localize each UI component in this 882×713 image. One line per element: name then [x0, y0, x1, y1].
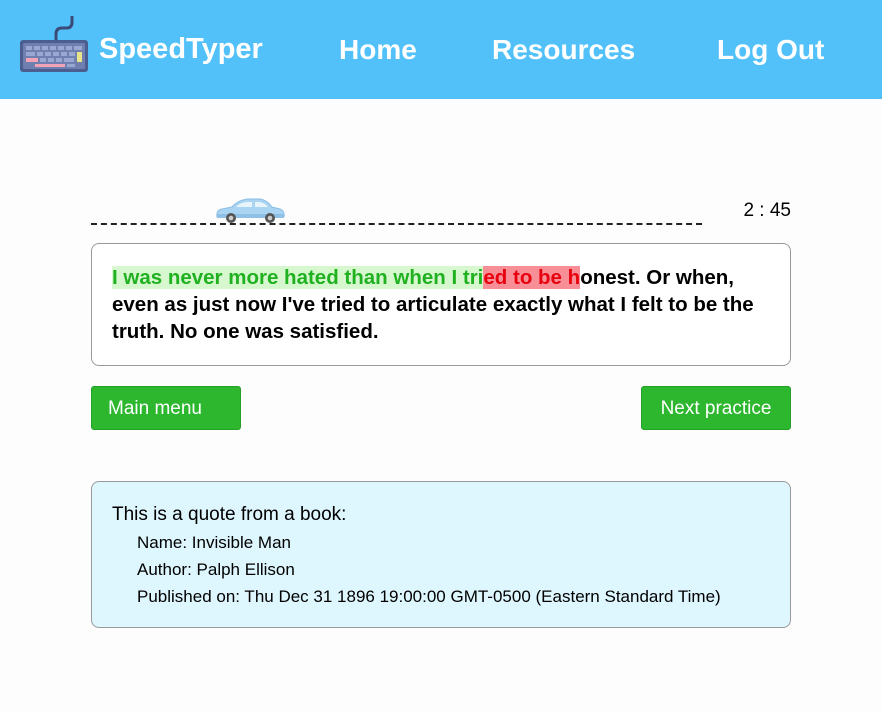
book-name: Name: Invisible Man — [137, 533, 292, 552]
race-track — [91, 223, 702, 225]
book-published: Published on: Thu Dec 31 1896 19:00:00 G… — [137, 587, 721, 606]
brand-link[interactable]: SpeedTyper — [99, 31, 263, 67]
typed-correct-text: I was never more hated than when I tri — [112, 266, 484, 289]
countdown-timer: 2 : 45 — [743, 200, 791, 221]
typed-error-text: ed to be h — [483, 266, 581, 289]
keyboard-icon[interactable] — [19, 14, 89, 74]
quote-info-box: This is a quote from a book: Name: Invis… — [91, 481, 791, 628]
info-intro: This is a quote from a book: — [112, 504, 347, 525]
navbar: SpeedTyper Home Resources Log Out — [0, 0, 882, 99]
book-author: Author: Palph Ellison — [137, 560, 295, 579]
main-menu-button[interactable]: Main menu — [91, 386, 241, 430]
car-icon — [216, 198, 285, 223]
passage-text: I was never more hated than when I tried… — [112, 264, 772, 345]
nav-resources[interactable]: Resources — [492, 32, 635, 68]
next-practice-button[interactable]: Next practice — [641, 386, 791, 430]
nav-logout[interactable]: Log Out — [717, 32, 824, 68]
nav-home[interactable]: Home — [339, 32, 417, 68]
typing-passage-box[interactable]: I was never more hated than when I tried… — [91, 243, 791, 366]
